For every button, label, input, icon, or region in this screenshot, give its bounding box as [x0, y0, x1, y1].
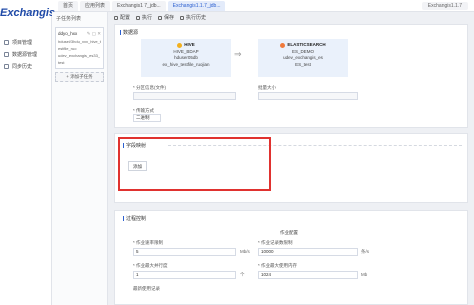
parallelism-unit: 个 [240, 272, 245, 277]
config-icon [114, 16, 118, 20]
history-icon [4, 63, 9, 69]
tab-home[interactable]: 首页 [58, 1, 79, 11]
sidebar-item-projects[interactable]: 项目管理 [0, 36, 51, 48]
run-button[interactable]: 执行 [136, 13, 152, 23]
highlight-box [118, 137, 271, 191]
batch-size-input[interactable] [258, 92, 358, 100]
subtask-source: hdusei/3hdu_xxx_hive_testfile_ruo [58, 39, 101, 51]
top-bar: 首页 应用列表 Exchangis1 7_jdb... Exchangis1.1… [0, 0, 474, 12]
max-memory-label: * 作业最大使用内存 [258, 263, 298, 268]
user-menu[interactable]: Exchangis1.1.7 [421, 2, 468, 10]
subtask-card[interactable]: ddyo_hxx ✎ ▢ ✕ hdusei/3hdu_xxx_hive_test… [55, 27, 104, 69]
save-icon [158, 16, 163, 20]
section-marker [120, 30, 121, 35]
process-control-section-title: 过程控制 [123, 215, 146, 222]
sidebar-item-datasource[interactable]: 数据源管理 [0, 48, 51, 60]
rate-limit-input[interactable]: 5 [133, 248, 236, 256]
subtask-target: udev_exchangis_es33_test [58, 53, 101, 65]
source-table: ex_hive_testfile_ruojian [162, 61, 210, 67]
tab-project-a[interactable]: Exchangis1 7_jdb... [112, 1, 166, 11]
save-button[interactable]: 保存 [158, 13, 174, 23]
save-label: 保存 [164, 15, 175, 21]
max-memory-input[interactable]: 1024 [258, 271, 358, 279]
sidebar: Exchangis 项目管理 数据源管理 同步历史 [0, 7, 55, 305]
recent-usage-label: 最新使用记录 [133, 286, 160, 291]
process-control-card [114, 210, 468, 305]
arrow-icon: ⇒ [234, 49, 242, 59]
tab-bar: 首页 应用列表 Exchangis1 7_jdb... Exchangis1.1… [58, 1, 226, 11]
batch-size-label: 批量大小 [258, 85, 276, 90]
sidebar-item-history[interactable]: 同步历史 [0, 60, 51, 72]
tab-project-b[interactable]: Exchangis1.1.7_jdb... [167, 1, 226, 11]
project-icon [4, 39, 9, 45]
parallelism-input[interactable]: 1 [133, 271, 236, 279]
record-limit-label: * 作业记录数限制 [258, 240, 293, 245]
target-type-name: ES_test [295, 61, 311, 67]
edit-copy-delete-icons[interactable]: ✎ ▢ ✕ [87, 30, 101, 38]
config-label: 配置 [120, 15, 131, 21]
config-button[interactable]: 配置 [114, 13, 130, 23]
history-icon [180, 16, 185, 20]
data-source-section-title: 数据源 [120, 29, 138, 36]
rate-limit-unit: Mb/s [240, 249, 250, 254]
max-memory-unit: Mb [361, 272, 368, 277]
add-subtask-label: 添加子任务 [70, 74, 93, 79]
source-node[interactable]: HIVE HIVE_BDAP hduser05db ex_hive_testfi… [141, 39, 231, 77]
add-subtask-button[interactable]: + 添加子任务 [55, 72, 104, 82]
section-title-text: 过程控制 [126, 216, 147, 222]
sidebar-item-label: 数据源管理 [12, 51, 38, 58]
job-config-title: 作业配置 [280, 230, 298, 235]
run-history-label: 执行历史 [186, 15, 207, 21]
run-history-button[interactable]: 执行历史 [180, 13, 206, 23]
subtask-panel: 子任务列表 ddyo_hxx ✎ ▢ ✕ hdusei/3hdu_xxx_hiv… [52, 12, 108, 305]
source-type: HIVE [184, 42, 195, 47]
target-node[interactable]: ELASTICSEARCH ES_DEMO udev_exchangis_es … [258, 39, 348, 77]
hive-icon [177, 42, 183, 48]
tab-app-list[interactable]: 应用列表 [80, 1, 111, 11]
sidebar-item-label: 同步历史 [12, 63, 33, 70]
transfer-mode-select[interactable]: 二进制 [133, 114, 161, 122]
toolbar: 配置 执行 保存 执行历史 [114, 13, 206, 23]
section-marker [123, 216, 124, 221]
elasticsearch-icon [280, 42, 286, 48]
rate-limit-label: * 作业速率限制 [133, 240, 164, 245]
record-limit-unit: 条/s [361, 249, 370, 254]
sidebar-item-label: 项目管理 [12, 39, 33, 46]
record-limit-input[interactable]: 10000 [258, 248, 358, 256]
target-type: ELASTICSEARCH [287, 42, 326, 47]
partition-label: * 分区信息(文件) [133, 85, 166, 90]
section-title-text: 数据源 [123, 30, 139, 36]
partition-input[interactable] [133, 92, 236, 100]
subtask-panel-title: 子任务列表 [56, 16, 82, 22]
parallelism-label: * 作业最大并行度 [133, 263, 168, 268]
app-logo: Exchangis [0, 7, 56, 19]
play-icon [136, 16, 141, 20]
subtask-name: ddyo_hxx [58, 31, 78, 36]
run-label: 执行 [142, 15, 153, 21]
datasource-icon [4, 51, 9, 57]
